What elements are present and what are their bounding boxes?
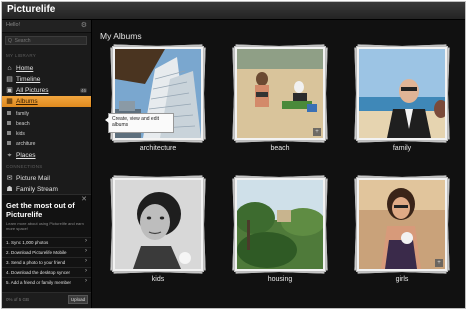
mail-icon: ✉ [6, 175, 13, 182]
album-cover-photo [115, 180, 201, 269]
album-square-icon [7, 131, 11, 135]
album-label[interactable]: kids [106, 276, 210, 283]
family-stream-icon: ☗ [6, 186, 13, 193]
add-photo-icon[interactable]: + [313, 128, 321, 136]
task-label: 3. Send a photo to your friend [6, 260, 66, 265]
task-item[interactable]: 5. Add a friend or family member › [2, 277, 91, 287]
album-family[interactable]: family [350, 41, 454, 161]
sidebar: Hello! ⚙ MY LIBRARY ⌂ Home ▤ Timeline ▣ … [2, 20, 92, 308]
chevron-right-icon: › [85, 278, 87, 284]
upload-button[interactable]: Upload [68, 295, 88, 304]
album-link-architure[interactable]: architure [2, 139, 91, 148]
task-label: 5. Add a friend or family member [6, 280, 72, 285]
album-stack[interactable]: + [232, 44, 328, 143]
task-label: 4. Download the desktop syncer [6, 270, 71, 275]
sidebar-item-label: All Pictures [16, 87, 49, 94]
album-stack[interactable] [110, 175, 206, 274]
search-box [5, 36, 87, 45]
album-square-icon [7, 111, 11, 115]
sidebar-item-timeline[interactable]: ▤ Timeline [2, 74, 91, 85]
promo-title: Get the most out of Picturelife [6, 201, 75, 219]
chevron-right-icon: › [85, 238, 87, 244]
search-input[interactable] [8, 37, 78, 44]
task-label: 2. Download Picturelife Mobile [6, 250, 67, 255]
chevron-right-icon: › [85, 268, 87, 274]
album-label[interactable]: beach [228, 145, 332, 152]
album-link-kids[interactable]: kids [2, 129, 91, 138]
user-row: Hello! ⚙ [2, 20, 91, 33]
tooltip: Create, view and edit albums [105, 113, 174, 133]
top-bar: Picturelife [2, 2, 465, 20]
album-link-label: architure [16, 140, 36, 147]
album-kids[interactable]: kids [106, 172, 210, 292]
album-link-label: kids [16, 130, 25, 137]
home-icon: ⌂ [7, 65, 12, 72]
task-item[interactable]: 3. Send a photo to your friend › [2, 257, 91, 267]
timeline-icon: ▤ [6, 76, 13, 83]
task-item[interactable]: 2. Download Picturelife Mobile › [2, 247, 91, 257]
main-content: My Albums architecture Create, view and … [92, 20, 465, 308]
sidebar-item-label: Family Stream [16, 186, 58, 193]
gear-icon[interactable]: ⚙ [81, 21, 87, 29]
sidebar-item-places[interactable]: ⌖ Places [2, 150, 91, 161]
add-photo-icon[interactable]: + [435, 259, 443, 267]
sidebar-item-label: Picture Mail [16, 175, 50, 182]
sidebar-item-albums[interactable]: ▦ Albums [2, 96, 91, 107]
album-cover-photo [359, 49, 445, 138]
album-stack[interactable] [354, 44, 450, 143]
album-label[interactable]: housing [228, 276, 332, 283]
album-label[interactable]: family [350, 145, 454, 152]
album-housing[interactable]: housing [228, 172, 332, 292]
promo-panel: ✕ Get the most out of Picturelife Learn … [2, 194, 91, 294]
app-logo[interactable]: Picturelife [7, 4, 55, 15]
section-connections: CONNECTIONS [6, 164, 43, 169]
sidebar-item-home[interactable]: ⌂ Home [2, 63, 91, 74]
map-pin-icon: ⌖ [7, 152, 12, 159]
album-label[interactable]: architecture [106, 145, 210, 152]
album-cover-photo [237, 49, 323, 138]
task-item[interactable]: 4. Download the desktop syncer › [2, 267, 91, 277]
chevron-right-icon: › [85, 258, 87, 264]
user-greeting[interactable]: Hello! [6, 22, 20, 28]
album-cover-photo [359, 180, 445, 269]
album-label[interactable]: girls [350, 276, 454, 283]
album-square-icon [7, 141, 11, 145]
task-item[interactable]: 1. Sync 1,000 photos › [2, 237, 91, 247]
album-link-beach[interactable]: beach [2, 119, 91, 128]
sidebar-item-picture-mail[interactable]: ✉ Picture Mail [2, 173, 91, 184]
album-link-label: beach [16, 120, 30, 127]
storage-footer: 0% of 5 GB Upload [2, 292, 91, 308]
sidebar-item-all-pictures[interactable]: ▣ All Pictures 46 [2, 85, 91, 96]
album-stack[interactable]: + [354, 175, 450, 274]
album-square-icon [7, 121, 11, 125]
album-cover-photo [237, 180, 323, 269]
chevron-right-icon: › [85, 248, 87, 254]
app-window: Picturelife Hello! ⚙ MY LIBRARY ⌂ Home ▤… [1, 1, 466, 309]
promo-description: Learn more about using Picturelife and e… [6, 221, 84, 231]
sidebar-item-label: Timeline [16, 76, 41, 83]
album-architecture[interactable]: architecture Create, view and edit album… [105, 41, 210, 161]
album-link-label: family [16, 110, 30, 117]
pictures-icon: ▣ [6, 87, 13, 94]
page-title: My Albums [100, 31, 142, 41]
sidebar-item-label: Home [16, 65, 34, 72]
albums-icon: ▦ [6, 98, 13, 105]
album-link-family[interactable]: family [2, 109, 91, 118]
storage-usage: 0% of 5 GB [6, 297, 30, 302]
album-girls[interactable]: + girls [350, 172, 454, 292]
task-label: 1. Sync 1,000 photos [6, 240, 49, 245]
count-badge: 46 [79, 87, 87, 93]
album-beach[interactable]: + beach [228, 41, 332, 161]
album-stack[interactable] [232, 175, 328, 274]
section-my-library: MY LIBRARY [6, 53, 37, 58]
sidebar-item-label: Places [16, 152, 36, 159]
sidebar-item-label: Albums [16, 98, 38, 105]
